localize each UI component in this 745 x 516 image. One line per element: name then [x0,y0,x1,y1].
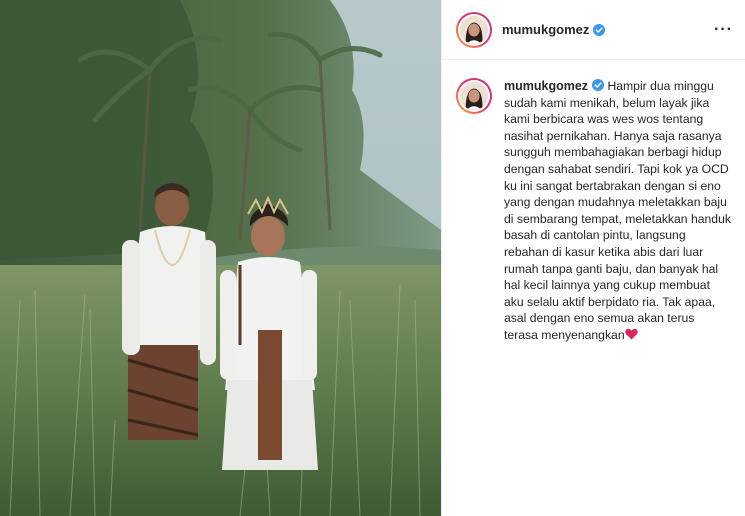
caption-avatar[interactable] [456,78,492,114]
verified-badge-icon [592,79,605,91]
post-side-panel: mumukgomez ··· mumukgomez Hampir dua min… [441,0,745,516]
avatar-photo [460,15,488,44]
verified-badge-icon [593,23,606,36]
caption-body: mumukgomez Hampir dua minggu sudah kami … [504,78,731,344]
post-header: mumukgomez ··· [442,0,745,60]
header-username[interactable]: mumukgomez [502,22,589,37]
instagram-post: mumukgomez ··· mumukgomez Hampir dua min… [0,0,745,516]
caption-username[interactable]: mumukgomez [504,79,588,93]
more-options-icon[interactable]: ··· [714,21,733,39]
avatar-photo [460,82,488,110]
avatar[interactable] [456,11,492,48]
post-caption: mumukgomez Hampir dua minggu sudah kami … [442,60,745,344]
red-heart-icon [624,328,638,340]
post-photo[interactable] [0,0,441,516]
wedding-couple-photo [0,0,441,516]
caption-text: Hampir dua minggu sudah kami menikah, be… [504,79,731,342]
